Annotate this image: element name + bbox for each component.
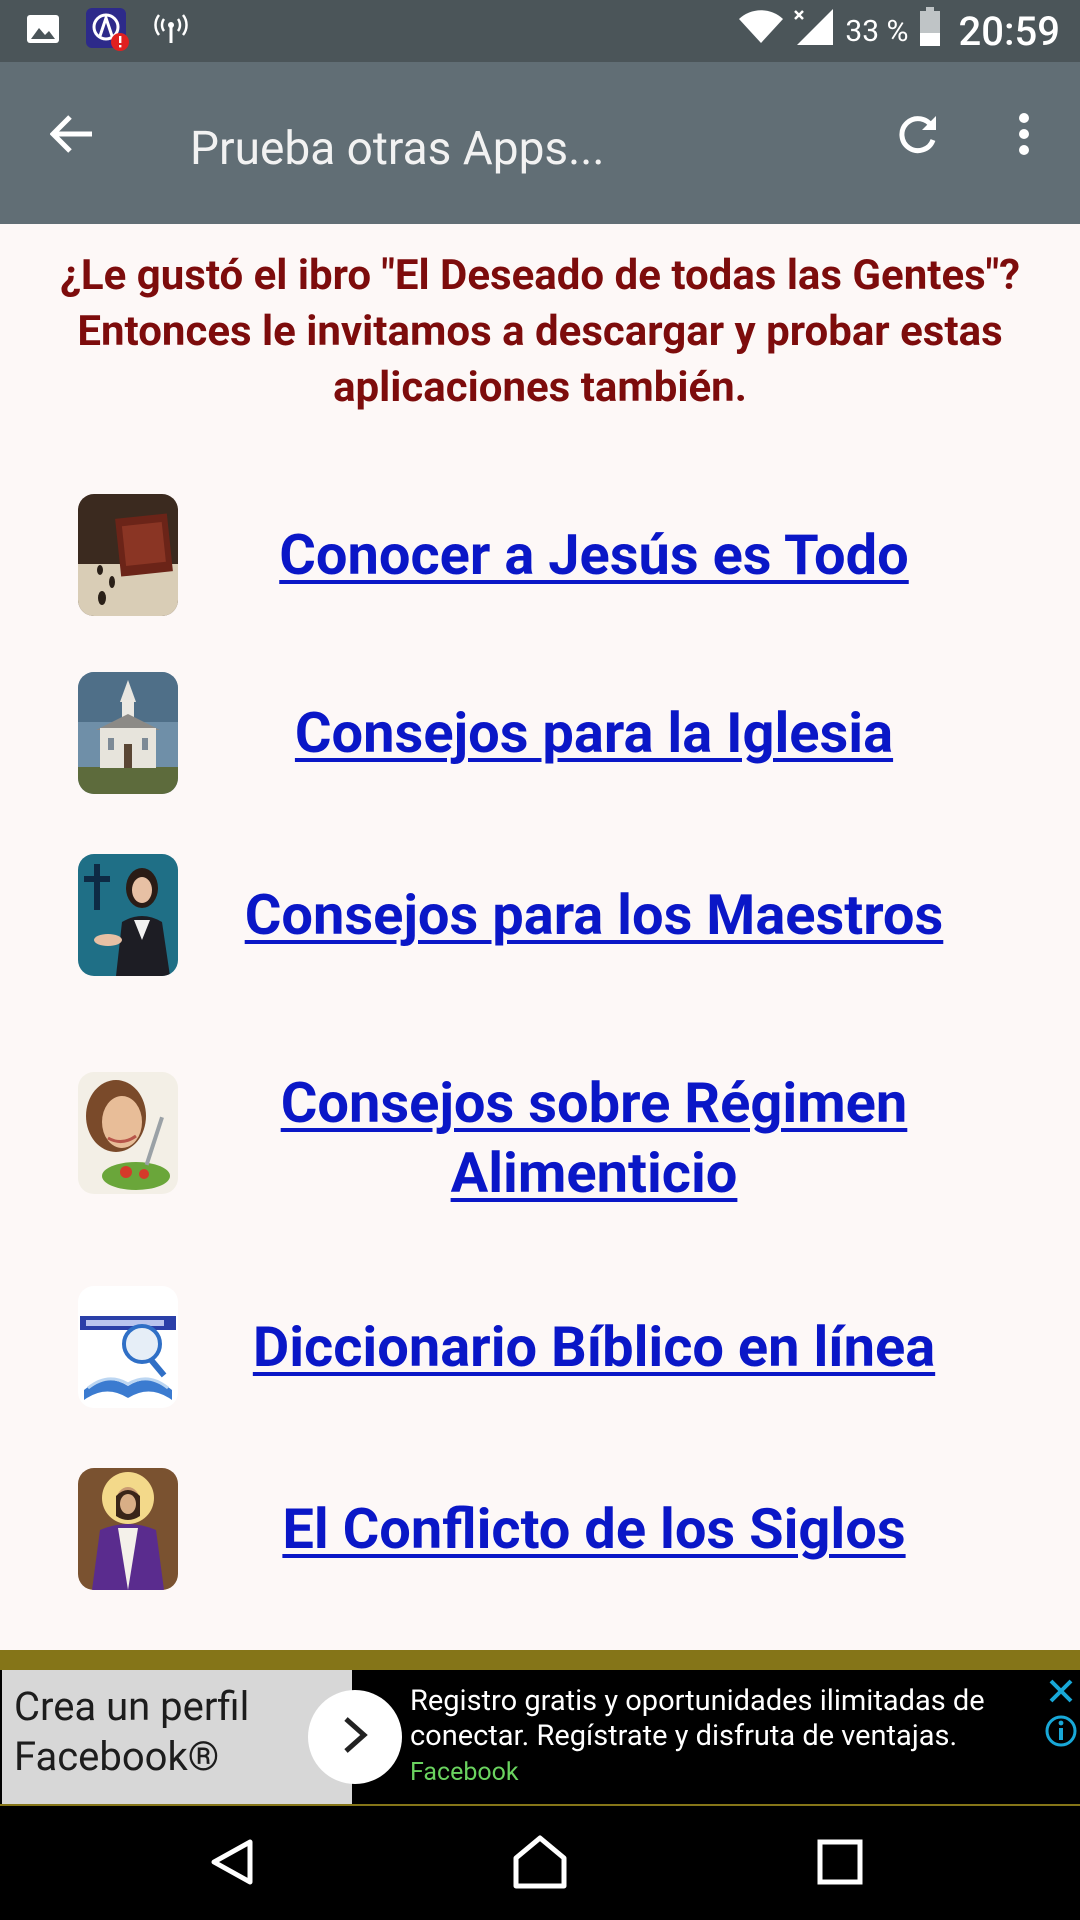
battery-icon <box>919 6 941 56</box>
nav-home-button[interactable] <box>504 1828 576 1900</box>
salad-icon[interactable] <box>78 1072 178 1194</box>
wifi-icon <box>739 9 784 54</box>
signal-icon <box>793 7 835 56</box>
nav-home-icon <box>511 1834 569 1894</box>
intro-text: ¿Le gustó el ibro "El Deseado de todas l… <box>59 251 1021 412</box>
refresh-button[interactable] <box>884 102 952 170</box>
app-list-item[interactable]: Consejos para la Iglesia <box>0 672 1080 802</box>
app-alert-icon <box>84 6 130 56</box>
chevron-right-icon <box>340 1715 370 1759</box>
dictionary-icon[interactable] <box>78 1286 178 1408</box>
refresh-icon <box>894 110 942 162</box>
teacher-icon[interactable] <box>78 854 178 976</box>
ad-cta-panel[interactable]: Crea un perfil Facebook® <box>2 1670 352 1804</box>
app-link[interactable]: El Conflicto de los Siglos <box>200 1494 988 1564</box>
app-link[interactable]: Diccionario Bíblico en línea <box>200 1312 988 1382</box>
app-list-item[interactable]: Consejos para los Maestros <box>0 854 1080 984</box>
back-button[interactable] <box>40 104 104 168</box>
book-cover-icon[interactable] <box>78 494 178 616</box>
nav-back-button[interactable] <box>196 1828 268 1900</box>
content-area: ¿Le gustó el ibro "El Deseado de todas l… <box>0 224 1080 1650</box>
ad-headline: Crea un perfil Facebook® <box>14 1683 250 1780</box>
nav-recents-button[interactable] <box>804 1828 876 1900</box>
church-icon[interactable] <box>78 672 178 794</box>
ad-source: Facebook <box>410 1758 519 1787</box>
broadcast-icon <box>154 12 188 50</box>
app-link[interactable]: Consejos sobre Régimen Alimenticio <box>200 1068 988 1208</box>
ad-close-button[interactable] <box>1046 1676 1076 1706</box>
app-list-item[interactable]: Consejos sobre Régimen Alimenticio <box>0 1070 1080 1250</box>
jesus-icon[interactable] <box>78 1468 178 1590</box>
ad-open-button[interactable] <box>308 1690 402 1784</box>
ad-info-button[interactable] <box>1044 1714 1078 1748</box>
status-right-icons: 33 % 20:59 <box>739 0 1060 62</box>
info-icon <box>1044 1715 1078 1752</box>
arrow-back-icon <box>49 114 94 158</box>
ad-description: Registro gratis y oportunidades ilimitad… <box>410 1684 985 1753</box>
status-time: 20:59 <box>958 7 1060 55</box>
close-icon <box>1046 1679 1076 1710</box>
nav-recents-icon <box>816 1838 864 1890</box>
status-bar: 33 % 20:59 <box>0 0 1080 62</box>
navigation-bar <box>0 1806 1080 1920</box>
app-list-item[interactable]: Diccionario Bíblico en línea <box>0 1286 1080 1416</box>
app-link[interactable]: Consejos para la Iglesia <box>200 698 988 768</box>
ad-banner[interactable]: Crea un perfil Facebook® Registro gratis… <box>0 1670 1080 1804</box>
status-left-icons <box>26 8 188 54</box>
app-list-item[interactable]: El Conflicto de los Siglos <box>0 1468 1080 1598</box>
app-link[interactable]: Conocer a Jesús es Todo <box>200 520 988 590</box>
app-list-item[interactable]: Conocer a Jesús es Todo <box>0 490 1080 620</box>
battery-percent: 33 % <box>845 13 909 49</box>
nav-back-icon <box>206 1836 258 1892</box>
more-vert-icon <box>1017 112 1031 160</box>
image-icon <box>26 14 60 48</box>
page-title: Prueba otras Apps... <box>190 122 605 176</box>
more-options-button[interactable] <box>1000 102 1048 170</box>
app-link[interactable]: Consejos para los Maestros <box>200 880 988 950</box>
ad-divider <box>0 1650 1080 1670</box>
app-bar: Prueba otras Apps... <box>0 62 1080 224</box>
